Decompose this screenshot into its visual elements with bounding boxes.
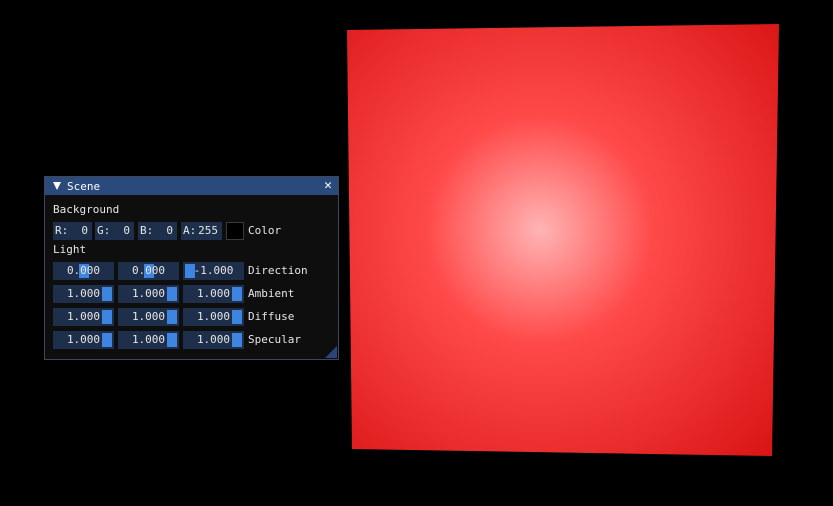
slider-value: 1.000 (196, 287, 231, 300)
collapse-arrow-icon[interactable] (53, 182, 61, 190)
background-a-value: 255 (198, 224, 218, 237)
light-row-label-direction: Direction (248, 264, 308, 277)
background-r-value: 0 (81, 224, 88, 237)
background-g-label: G: (97, 224, 111, 237)
resize-grip-icon[interactable] (325, 346, 337, 358)
light-row-label-diffuse: Diffuse (248, 310, 295, 323)
light-row-label-specular: Specular (248, 333, 301, 346)
background-a-field[interactable]: A: 255 (181, 222, 222, 240)
slider-direction-2[interactable]: -1.000 (183, 262, 244, 280)
background-label: Background (53, 203, 120, 216)
slider-specular-1[interactable]: 1.000 (118, 331, 179, 349)
slider-value: 0.000 (66, 264, 101, 277)
slider-value: 1.000 (131, 333, 166, 346)
light-row-label-ambient: Ambient (248, 287, 295, 300)
slider-value: 1.000 (131, 287, 166, 300)
slider-value: 1.000 (66, 287, 101, 300)
background-a-label: A: (183, 224, 197, 237)
close-icon[interactable]: ✕ (324, 178, 332, 194)
slider-direction-1[interactable]: 0.000 (118, 262, 179, 280)
background-g-field[interactable]: G: 0 (95, 222, 134, 240)
slider-value: -1.000 (193, 264, 234, 277)
scene-window[interactable]: Scene ✕ Background R: 0 G: 0 B: 0 A: 255… (44, 176, 339, 360)
slider-value: 0.000 (131, 264, 166, 277)
background-r-label: R: (55, 224, 69, 237)
window-titlebar[interactable]: Scene ✕ (45, 177, 338, 195)
red-quad (347, 24, 779, 456)
slider-specular-0[interactable]: 1.000 (53, 331, 114, 349)
slider-specular-2[interactable]: 1.000 (183, 331, 244, 349)
slider-diffuse-1[interactable]: 1.000 (118, 308, 179, 326)
background-r-field[interactable]: R: 0 (53, 222, 92, 240)
background-g-value: 0 (123, 224, 130, 237)
color-label: Color (248, 224, 282, 237)
slider-ambient-0[interactable]: 1.000 (53, 285, 114, 303)
background-color-swatch[interactable] (226, 222, 244, 240)
slider-direction-0[interactable]: 0.000 (53, 262, 114, 280)
background-b-field[interactable]: B: 0 (138, 222, 177, 240)
window-title: Scene (67, 179, 101, 193)
light-label: Light (53, 243, 87, 256)
slider-ambient-1[interactable]: 1.000 (118, 285, 179, 303)
slider-diffuse-2[interactable]: 1.000 (183, 308, 244, 326)
background-b-label: B: (140, 224, 154, 237)
slider-ambient-2[interactable]: 1.000 (183, 285, 244, 303)
slider-value: 1.000 (66, 333, 101, 346)
slider-value: 1.000 (196, 310, 231, 323)
slider-value: 1.000 (131, 310, 166, 323)
slider-diffuse-0[interactable]: 1.000 (53, 308, 114, 326)
background-b-value: 0 (166, 224, 173, 237)
slider-value: 1.000 (66, 310, 101, 323)
slider-value: 1.000 (196, 333, 231, 346)
window-content: Background R: 0 G: 0 B: 0 A: 255 Color L… (52, 195, 331, 359)
